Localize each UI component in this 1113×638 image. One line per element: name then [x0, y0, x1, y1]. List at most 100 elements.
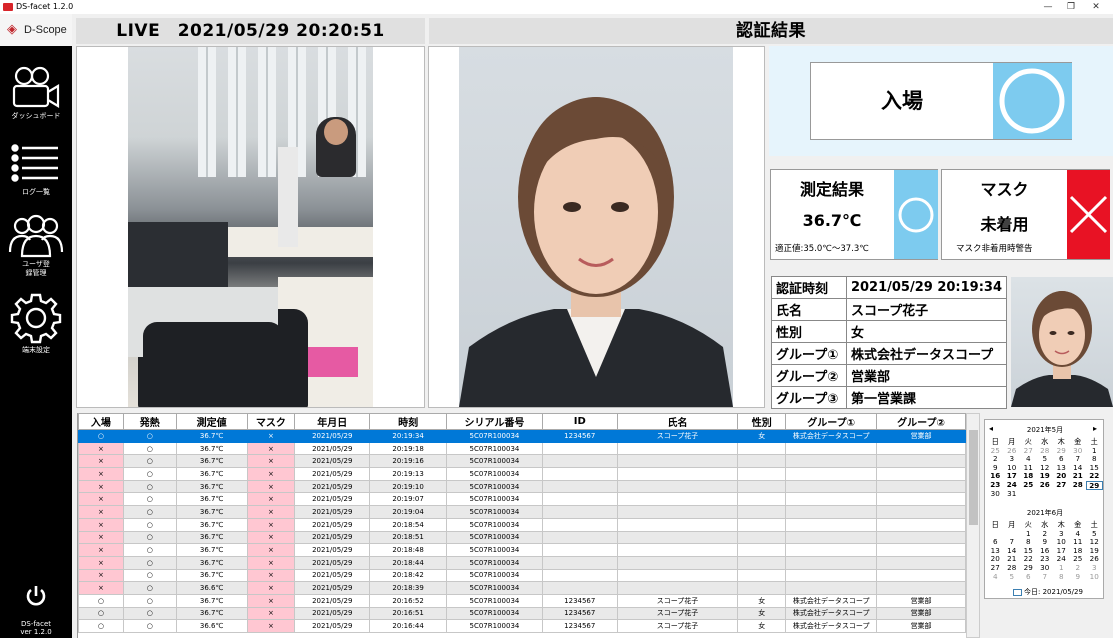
log-scrollbar[interactable] [966, 413, 980, 638]
log-cell [541, 467, 618, 481]
log-column-header[interactable]: 測定値 [175, 413, 248, 430]
log-cell [737, 568, 787, 583]
log-cell: 20:19:16 [369, 454, 448, 469]
log-row[interactable]: ○ ○ 36.7℃ × 2021/05/29 20:19:34 5C07R100034 123… [78, 429, 966, 443]
log-row[interactable]: × ○ 36.7℃ × 2021/05/29 20:19:04 5C07R100034 [78, 505, 966, 519]
log-cell: 5C07R100034 [446, 530, 543, 545]
log-row[interactable]: ○ ○ 36.7℃ × 2021/05/29 20:16:51 5C07R100034 123… [78, 606, 966, 621]
calendar-day[interactable]: 25 [1020, 480, 1037, 490]
log-cell: ○ [122, 593, 177, 608]
log-cell: 2021/05/29 [294, 517, 371, 532]
calendar-today-label: 今日: 2021/05/29 [1024, 588, 1083, 596]
calendar-day[interactable]: 27 [1053, 480, 1070, 490]
log-cell: × [246, 517, 296, 532]
log-cell: 2021/05/29 [294, 467, 371, 481]
log-cell: × [246, 568, 296, 583]
close-button[interactable]: ✕ [1086, 0, 1106, 14]
log-column-header[interactable]: グループ② [876, 413, 966, 430]
log-column-header[interactable]: 年月日 [294, 413, 371, 430]
log-cell: 2021/05/29 [294, 492, 371, 507]
mask-ng-mark [1067, 170, 1110, 259]
calendar-day[interactable]: 5 [1004, 572, 1021, 582]
sidebar-label-user-management: ユーザ登録管理 [22, 260, 50, 277]
log-cell: 20:19:04 [369, 505, 448, 519]
log-row[interactable]: × ○ 36.7℃ × 2021/05/29 20:18:51 5C07R100034 [78, 530, 966, 545]
minimize-button[interactable]: — [1038, 0, 1058, 14]
calendar-day[interactable]: 10 [1086, 572, 1103, 582]
log-column-header[interactable]: 氏名 [616, 413, 739, 430]
info-row: グループ② 営業部 [771, 364, 1008, 387]
calendar-day[interactable]: 29 [1086, 480, 1103, 490]
temperature-label: 測定結果 [799, 180, 864, 199]
log-cell: ○ [122, 479, 177, 494]
log-cell: 5C07R100034 [446, 492, 543, 507]
calendar-day[interactable]: 30 [987, 489, 1004, 499]
sidebar-item-dashboard[interactable]: ダッシュボード [0, 64, 72, 121]
sidebar-label-dashboard: ダッシュボード [11, 112, 61, 120]
log-cell: 20:18:48 [369, 543, 448, 557]
calendar-day[interactable]: 4 [987, 572, 1004, 582]
sidebar-label-settings: 端末設定 [22, 346, 50, 354]
log-column-header[interactable]: 発熱 [122, 413, 177, 430]
info-key: 性別 [771, 320, 847, 343]
log-row[interactable]: × ○ 36.7℃ × 2021/05/29 20:18:48 5C07R100034 [78, 543, 966, 557]
calendar-day[interactable]: 9 [1070, 572, 1087, 582]
log-cell: 36.7℃ [175, 479, 248, 494]
log-cell: 株式会社データスコープ [785, 593, 878, 608]
log-row[interactable]: × ○ 36.7℃ × 2021/05/29 20:19:10 5C07R100034 [78, 479, 966, 494]
log-cell: × [78, 543, 124, 557]
log-cell [785, 581, 878, 595]
calendar-day[interactable]: 8 [1053, 572, 1070, 582]
calendar-day[interactable]: 26 [1037, 480, 1054, 490]
sidebar-item-settings[interactable]: 端末設定 [0, 292, 72, 355]
log-row[interactable]: ○ ○ 36.7℃ × 2021/05/29 20:16:52 5C07R100034 123… [78, 593, 966, 608]
power-button[interactable] [0, 584, 72, 612]
log-column-header[interactable]: ID [541, 413, 618, 430]
log-cell: 20:19:10 [369, 479, 448, 494]
log-cell: ○ [122, 568, 177, 583]
log-row[interactable]: × ○ 36.7℃ × 2021/05/29 20:18:44 5C07R100034 [78, 555, 966, 570]
log-column-header[interactable]: マスク [246, 413, 296, 430]
log-cell: 営業部 [876, 619, 966, 633]
log-cell [541, 568, 618, 583]
mask-label: マスク [980, 180, 1029, 199]
log-cell: 20:18:54 [369, 517, 448, 532]
log-column-header[interactable]: グループ① [785, 413, 878, 430]
log-cell: 20:16:51 [369, 606, 448, 621]
restore-button[interactable]: ❐ [1061, 0, 1081, 14]
calendar-day[interactable]: 31 [1004, 489, 1021, 499]
log-row[interactable]: × ○ 36.7℃ × 2021/05/29 20:19:16 5C07R100034 [78, 454, 966, 469]
log-row[interactable]: × ○ 36.7℃ × 2021/05/29 20:19:13 5C07R100034 [78, 467, 966, 481]
log-row[interactable]: ○ ○ 36.6℃ × 2021/05/29 20:16:44 5C07R100034 123… [78, 619, 966, 633]
log-row[interactable]: × ○ 36.7℃ × 2021/05/29 20:18:54 5C07R100034 [78, 517, 966, 532]
calendar-day[interactable]: 7 [1037, 572, 1054, 582]
log-row[interactable]: × ○ 36.6℃ × 2021/05/29 20:18:39 5C07R100034 [78, 581, 966, 595]
log-cell: × [246, 441, 296, 456]
temperature-value: 36.7℃ [802, 211, 862, 230]
log-cell: 36.7℃ [175, 593, 248, 608]
log-cell: 1234567 [541, 619, 618, 633]
log-cell: ○ [122, 505, 177, 519]
calendar-today[interactable]: 今日: 2021/05/29 [1013, 587, 1083, 597]
log-cell: ○ [122, 492, 177, 507]
calendar-day[interactable]: 22 [1086, 472, 1103, 481]
log-column-header[interactable]: 入場 [78, 413, 124, 430]
log-cell [876, 454, 966, 469]
calendar-day[interactable]: 6 [1020, 572, 1037, 582]
log-cell [785, 555, 878, 570]
log-cell: × [78, 530, 124, 545]
log-column-header[interactable]: 性別 [737, 413, 787, 430]
log-cell: 2021/05/29 [294, 530, 371, 545]
log-column-header[interactable]: シリアル番号 [446, 413, 543, 430]
log-column-header[interactable]: 時刻 [369, 413, 448, 430]
sidebar-item-log[interactable]: ログ一覧 [0, 142, 72, 197]
sidebar-item-user-management[interactable]: ユーザ登録管理 [0, 212, 72, 278]
log-row[interactable]: × ○ 36.7℃ × 2021/05/29 20:19:18 5C07R100034 [78, 441, 966, 456]
scrollbar-thumb[interactable] [969, 430, 978, 525]
log-row[interactable]: × ○ 36.7℃ × 2021/05/29 20:18:42 5C07R100034 [78, 568, 966, 583]
info-row: グループ① 株式会社データスコープ [771, 342, 1008, 365]
log-row[interactable]: × ○ 36.7℃ × 2021/05/29 20:19:07 5C07R100034 [78, 492, 966, 507]
info-key: グループ② [771, 364, 847, 387]
log-cell: 20:18:39 [369, 581, 448, 595]
calendar-day[interactable]: 28 [1070, 480, 1087, 490]
